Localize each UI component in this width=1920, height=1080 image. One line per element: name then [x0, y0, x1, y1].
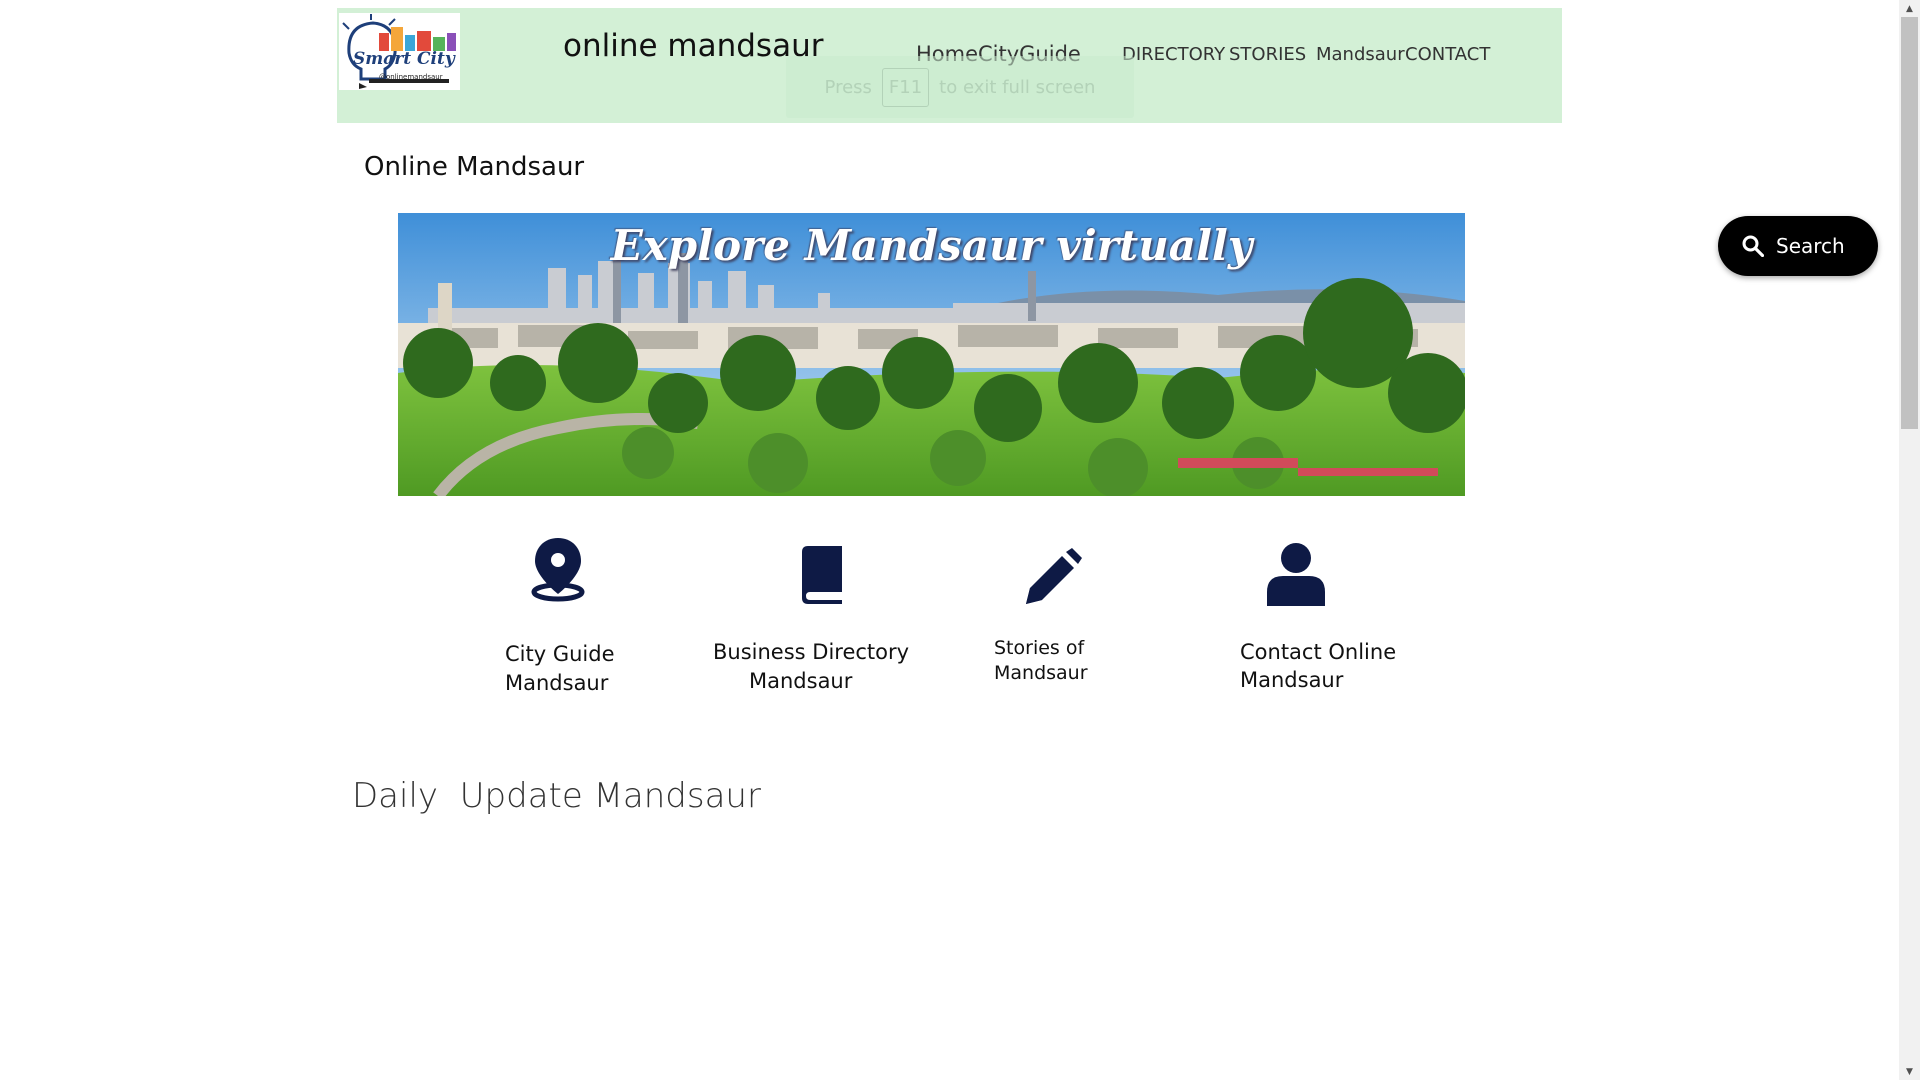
- site-title[interactable]: online mandsaur: [563, 28, 823, 64]
- person-icon: [1267, 542, 1325, 610]
- feature-label-line2: Mandsaur: [994, 662, 1088, 684]
- toast-press: Press: [824, 76, 872, 98]
- feature-label-line2: Mandsaur: [505, 671, 609, 695]
- nav-contact[interactable]: CONTACT: [1405, 44, 1490, 65]
- pencil-icon: [1022, 548, 1082, 612]
- fullscreen-toast: Press F11 to exit full screen: [786, 56, 1134, 118]
- feature-label-line1: Contact Online: [1240, 640, 1397, 664]
- feature-label-line1: Business Directory: [713, 640, 910, 664]
- search-icon: [1742, 235, 1764, 257]
- banner-caption: Explore Mandsaur virtually: [610, 221, 1253, 270]
- nav-stories[interactable]: STORIES: [1229, 44, 1306, 65]
- logo-text: Smart City: [353, 49, 455, 69]
- book-icon: [798, 546, 844, 608]
- daily-update-heading: Daily Update Mandsaur: [352, 776, 761, 816]
- logo-handle: @onlinemandsaur: [379, 73, 443, 81]
- search-button[interactable]: Search: [1718, 216, 1878, 276]
- vertical-scrollbar[interactable]: ▲ ▼: [1899, 0, 1920, 1080]
- scroll-up-icon[interactable]: ▲: [1899, 0, 1920, 17]
- feature-label-line1: City Guide: [505, 642, 615, 666]
- location-pin-icon: [531, 536, 585, 606]
- feature-contact[interactable]: Contact Online Mandsaur: [1240, 542, 1440, 692]
- nav-directory[interactable]: DIRECTORY: [1122, 44, 1225, 65]
- banner-image: Explore Mandsaur virtually: [398, 213, 1465, 496]
- search-label: Search: [1776, 234, 1845, 258]
- feature-business-directory[interactable]: Business Directory Mandsaur: [713, 546, 933, 696]
- scroll-thumb[interactable]: [1901, 17, 1918, 429]
- site-logo[interactable]: Smart City @onlinemandsaur: [339, 13, 460, 90]
- page-heading: Online Mandsaur: [364, 152, 585, 182]
- scroll-down-icon[interactable]: ▼: [1899, 1063, 1920, 1080]
- feature-stories[interactable]: Stories of Mandsaur: [994, 548, 1154, 688]
- toast-key: F11: [881, 67, 930, 107]
- feature-label-line2: Mandsaur: [1240, 668, 1344, 692]
- feature-city-guide[interactable]: City Guide Mandsaur: [505, 536, 665, 696]
- page: Smart City @onlinemandsaur online mandsa…: [0, 0, 1899, 1080]
- nav-mandsaur[interactable]: Mandsaur: [1316, 44, 1405, 65]
- toast-rest: to exit full screen: [939, 76, 1096, 98]
- feature-label-line2: Mandsaur: [749, 669, 853, 693]
- feature-label-line1: Stories of: [994, 637, 1085, 659]
